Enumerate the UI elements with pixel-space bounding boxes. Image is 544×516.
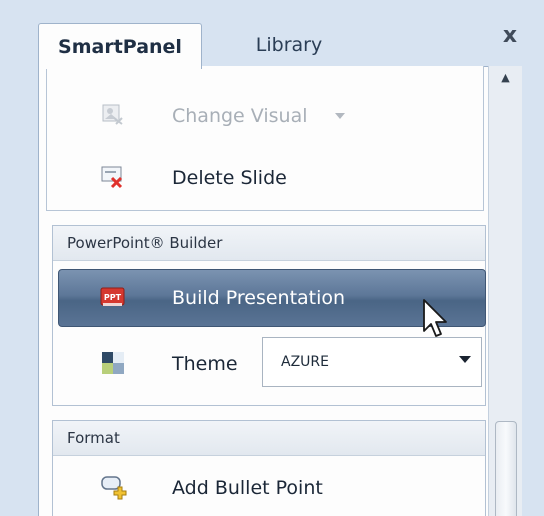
close-icon[interactable]: x (495, 20, 525, 50)
smartpanel-window: Library SmartPanel x Change Visual Delet… (0, 0, 544, 516)
vertical-scrollbar[interactable]: ▲ (488, 66, 522, 516)
chevron-down-icon[interactable] (459, 356, 471, 363)
chevron-down-icon (335, 113, 345, 119)
section-header-builder: PowerPoint® Builder (53, 226, 485, 261)
scroll-up-icon[interactable]: ▲ (489, 66, 522, 88)
change-visual-label: Change Visual (172, 105, 308, 127)
change-visual-button[interactable]: Change Visual (52, 88, 486, 144)
add-bullet-icon (100, 474, 127, 500)
delete-slide-icon (100, 164, 126, 190)
add-bullet-label: Add Bullet Point (172, 477, 323, 499)
build-presentation-label: Build Presentation (172, 287, 346, 309)
image-icon (100, 102, 126, 128)
tab-smartpanel[interactable]: SmartPanel (38, 23, 202, 69)
theme-select[interactable]: AZURE (262, 337, 482, 387)
theme-label: Theme (172, 353, 238, 375)
delete-slide-button[interactable]: Delete Slide (52, 150, 486, 206)
section-header-format: Format (53, 421, 485, 456)
theme-select-value: AZURE (281, 354, 329, 370)
scroll-thumb[interactable] (495, 421, 517, 516)
powerpoint-icon: PPT (100, 284, 126, 310)
add-bullet-point-button[interactable]: Add Bullet Point (52, 460, 486, 516)
svg-text:PPT: PPT (104, 293, 122, 302)
mouse-cursor-icon (422, 298, 452, 344)
delete-slide-label: Delete Slide (172, 167, 287, 189)
tab-library[interactable]: Library (208, 23, 370, 67)
theme-icon (100, 350, 126, 376)
build-presentation-button[interactable]: PPT Build Presentation (52, 270, 486, 326)
